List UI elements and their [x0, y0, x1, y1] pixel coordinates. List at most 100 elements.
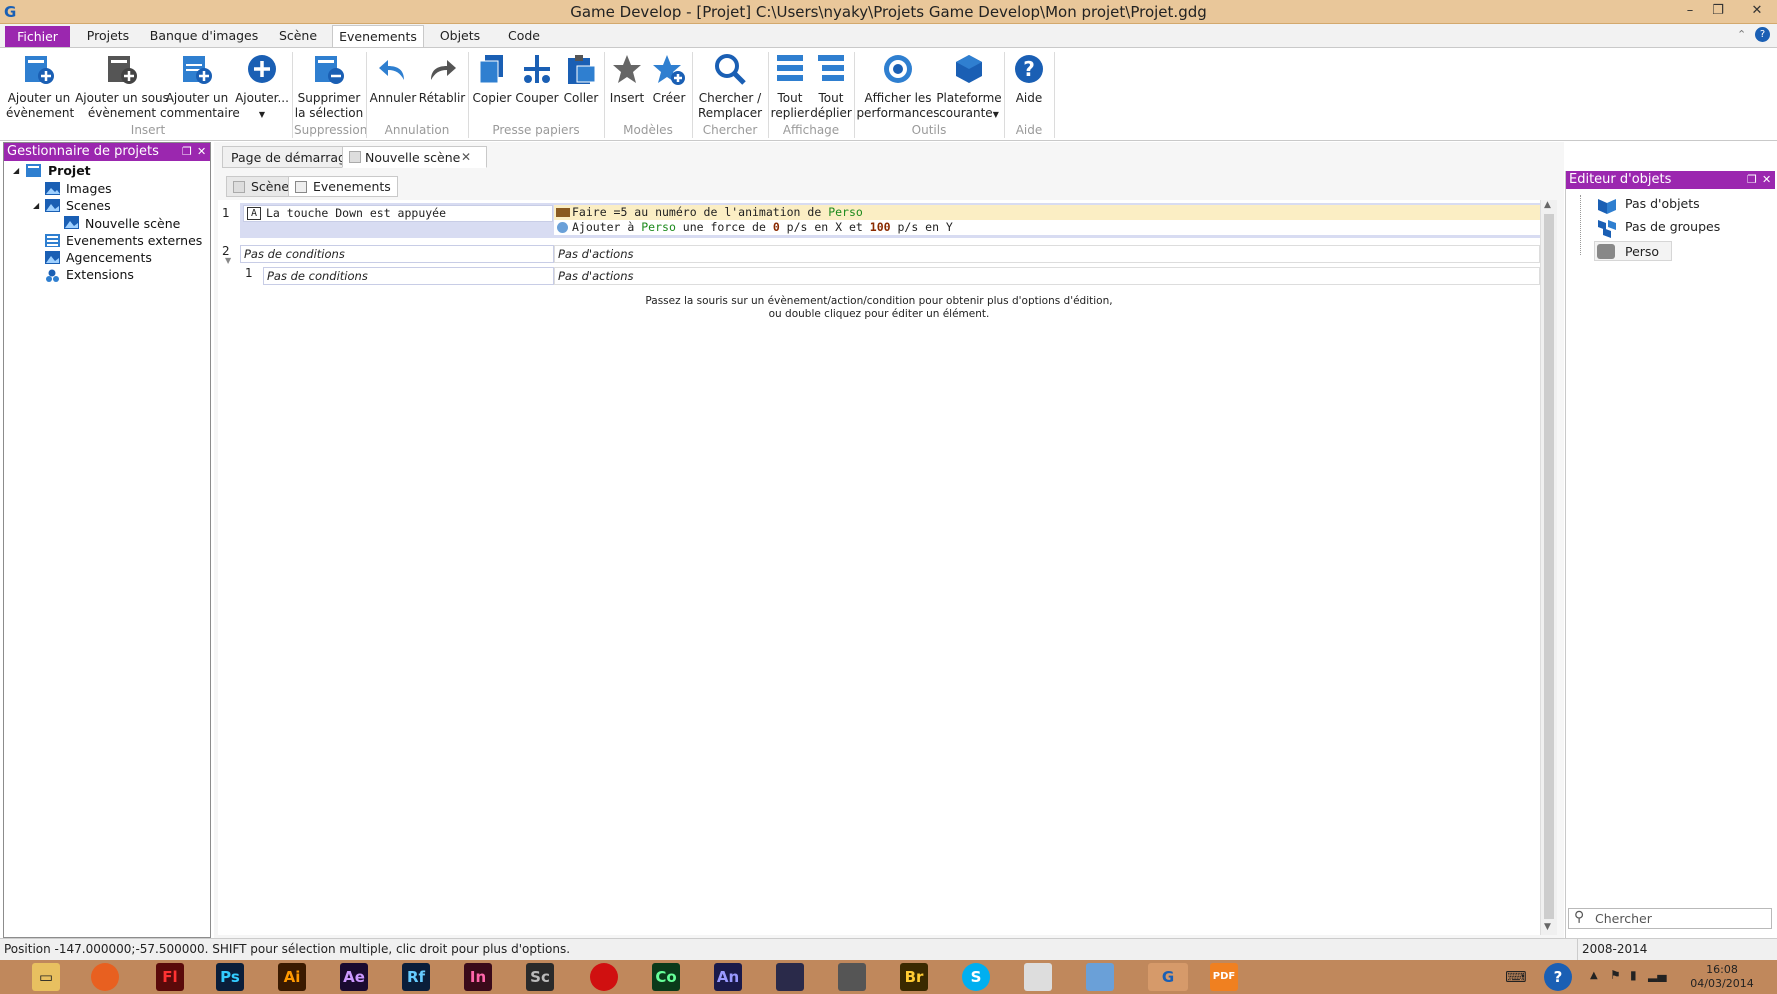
- animate-app-icon[interactable]: An: [714, 963, 742, 991]
- illustrator-app-icon[interactable]: Ai: [278, 963, 306, 991]
- app-icon[interactable]: [776, 963, 804, 991]
- keyboard-icon[interactable]: ⌨: [1500, 963, 1532, 991]
- redo-button[interactable]: Rétablir: [418, 52, 466, 106]
- game-develop-taskbar-icon[interactable]: G: [1148, 963, 1188, 991]
- vertical-scrollbar[interactable]: ▲ ▼: [1540, 200, 1557, 935]
- app-icon[interactable]: [838, 963, 866, 991]
- tree-item-external-events[interactable]: Evenements externes: [66, 233, 202, 248]
- tab-new-scene[interactable]: Nouvelle scène ✕: [342, 146, 488, 168]
- scout-app-icon[interactable]: Sc: [526, 963, 554, 991]
- ribbon: Ajouter un évènement Ajouter un sous évè…: [0, 47, 1777, 141]
- tray-arrow-icon[interactable]: ▲: [1590, 970, 1598, 981]
- tree-item-images[interactable]: Images: [66, 181, 112, 196]
- after-effects-app-icon[interactable]: Ae: [340, 963, 368, 991]
- panel-close-icon[interactable]: ✕: [197, 143, 206, 160]
- tab-code[interactable]: Code: [496, 25, 552, 48]
- create-template-button[interactable]: Créer: [648, 52, 690, 106]
- action-text: p/s en X et: [779, 220, 870, 234]
- add-event-button[interactable]: Ajouter un évènement: [6, 52, 74, 121]
- tree-item-nouvelle-scene[interactable]: Nouvelle scène: [85, 216, 180, 231]
- event-1-action-2[interactable]: Ajouter à Perso une force de 0 p/s en X …: [554, 220, 1540, 235]
- insert-template-button[interactable]: Insert: [606, 52, 648, 106]
- indesign-app-icon[interactable]: In: [464, 963, 492, 991]
- reflow-app-icon[interactable]: Rf: [402, 963, 430, 991]
- undo-button[interactable]: Annuler: [368, 52, 418, 106]
- collapse-arrow-icon[interactable]: ▼: [225, 256, 231, 265]
- coda-app-icon[interactable]: Co: [652, 963, 680, 991]
- scroll-up-icon[interactable]: ▲: [1544, 200, 1551, 210]
- pdf-app-icon[interactable]: PDF: [1210, 963, 1238, 991]
- object-item-perso[interactable]: Perso: [1594, 241, 1672, 261]
- tree-item-agencements[interactable]: Agencements: [66, 250, 152, 265]
- add-more-button[interactable]: Ajouter... ▼: [234, 52, 290, 122]
- events-sheet[interactable]: 1 A La touche Down est appuyée Faire =5 …: [218, 200, 1544, 935]
- tab-objets[interactable]: Objets: [432, 25, 488, 48]
- event-1-condition[interactable]: A La touche Down est appuyée: [243, 205, 553, 222]
- search-replace-button[interactable]: Chercher / Remplacer: [694, 52, 766, 121]
- copy-button[interactable]: Copier: [470, 52, 514, 106]
- tree-item-scenes[interactable]: Scenes: [66, 198, 111, 213]
- tab-projets[interactable]: Projets: [80, 25, 136, 48]
- collapse-all-icon: [777, 55, 803, 81]
- help-icon[interactable]: ?: [1755, 27, 1770, 42]
- collapse-all-button[interactable]: Tout replier: [770, 52, 810, 121]
- object-item-no-objects[interactable]: Pas d'objets: [1625, 196, 1700, 211]
- expand-all-button[interactable]: Tout déplier: [810, 52, 852, 121]
- app-icon[interactable]: [1024, 963, 1052, 991]
- panel-float-icon[interactable]: ❐: [1747, 171, 1757, 188]
- delete-selection-button[interactable]: Supprimer la sélection: [294, 52, 364, 121]
- taskbar-clock[interactable]: 16:08 04/03/2014: [1672, 963, 1772, 991]
- subtab-scene[interactable]: Scène: [226, 176, 297, 197]
- close-button[interactable]: ✕: [1738, 0, 1776, 22]
- network-icon[interactable]: ▂▄: [1648, 968, 1666, 982]
- scroll-down-icon[interactable]: ▼: [1544, 922, 1551, 932]
- tab-close-icon[interactable]: ✕: [461, 147, 471, 168]
- event-2-conditions[interactable]: Pas de conditions: [240, 245, 554, 263]
- tab-fichier[interactable]: Fichier: [5, 26, 70, 48]
- tree-expand-icon[interactable]: ◢: [33, 201, 39, 210]
- minimize-button[interactable]: –: [1676, 0, 1704, 22]
- tree-item-extensions[interactable]: Extensions: [66, 267, 134, 282]
- group-display-label: Affichage: [782, 123, 840, 137]
- panel-close-icon[interactable]: ✕: [1762, 171, 1771, 188]
- scrollbar-thumb[interactable]: [1544, 214, 1554, 919]
- subevent-conditions[interactable]: Pas de conditions: [263, 267, 554, 285]
- skype-icon[interactable]: S: [962, 963, 990, 991]
- tab-scene[interactable]: Scène: [272, 25, 324, 48]
- help-tray-icon[interactable]: ?: [1544, 963, 1572, 991]
- control-panel-icon[interactable]: [1086, 963, 1114, 991]
- photoshop-app-icon[interactable]: Ps: [216, 963, 244, 991]
- tree-item-projet[interactable]: Projet: [48, 163, 91, 178]
- object-search-input[interactable]: ⚲ Chercher: [1568, 908, 1772, 929]
- cut-button[interactable]: Couper: [514, 52, 560, 106]
- subtab-events[interactable]: Evenements: [288, 176, 398, 197]
- add-comment-button[interactable]: Ajouter un commentaire: [160, 52, 240, 121]
- creative-cloud-icon[interactable]: [590, 963, 618, 991]
- bridge-app-icon[interactable]: Br: [900, 963, 928, 991]
- flag-icon[interactable]: ⚑: [1610, 968, 1621, 982]
- battery-icon[interactable]: ▮: [1630, 968, 1637, 982]
- tree-expand-icon[interactable]: ◢: [13, 166, 19, 175]
- ribbon-separator: [292, 52, 293, 138]
- object-item-no-groups[interactable]: Pas de groupes: [1625, 219, 1720, 234]
- explorer-icon[interactable]: ▭: [32, 963, 60, 991]
- event-2-actions[interactable]: Pas d'actions: [554, 245, 1540, 263]
- panel-float-icon[interactable]: ❐: [182, 143, 192, 160]
- add-subevent-button[interactable]: Ajouter un sous évènement: [72, 52, 172, 121]
- group-clipboard-label: Presse papiers: [492, 123, 580, 137]
- tab-evenements[interactable]: Evenements: [332, 25, 424, 48]
- restore-button[interactable]: ❐: [1704, 0, 1732, 22]
- undo-label: Annuler: [369, 91, 417, 105]
- firefox-icon[interactable]: [91, 963, 119, 991]
- subevent-actions[interactable]: Pas d'actions: [554, 267, 1540, 285]
- help-button[interactable]: ? Aide: [1006, 52, 1052, 106]
- flash-app-icon[interactable]: Fl: [156, 963, 184, 991]
- ribbon-separator: [604, 52, 605, 138]
- redo-arrow-icon: [431, 60, 456, 80]
- collapse-ribbon-icon[interactable]: ⌃: [1737, 28, 1746, 41]
- event-1-action-1[interactable]: Faire =5 au numéro de l'animation de Per…: [554, 205, 1540, 220]
- current-platform-button[interactable]: Plateforme courante▼: [936, 52, 1002, 122]
- tab-banque-images[interactable]: Banque d'images: [148, 25, 260, 48]
- show-performance-button[interactable]: Afficher les performances: [856, 52, 940, 121]
- paste-button[interactable]: Coller: [560, 52, 602, 106]
